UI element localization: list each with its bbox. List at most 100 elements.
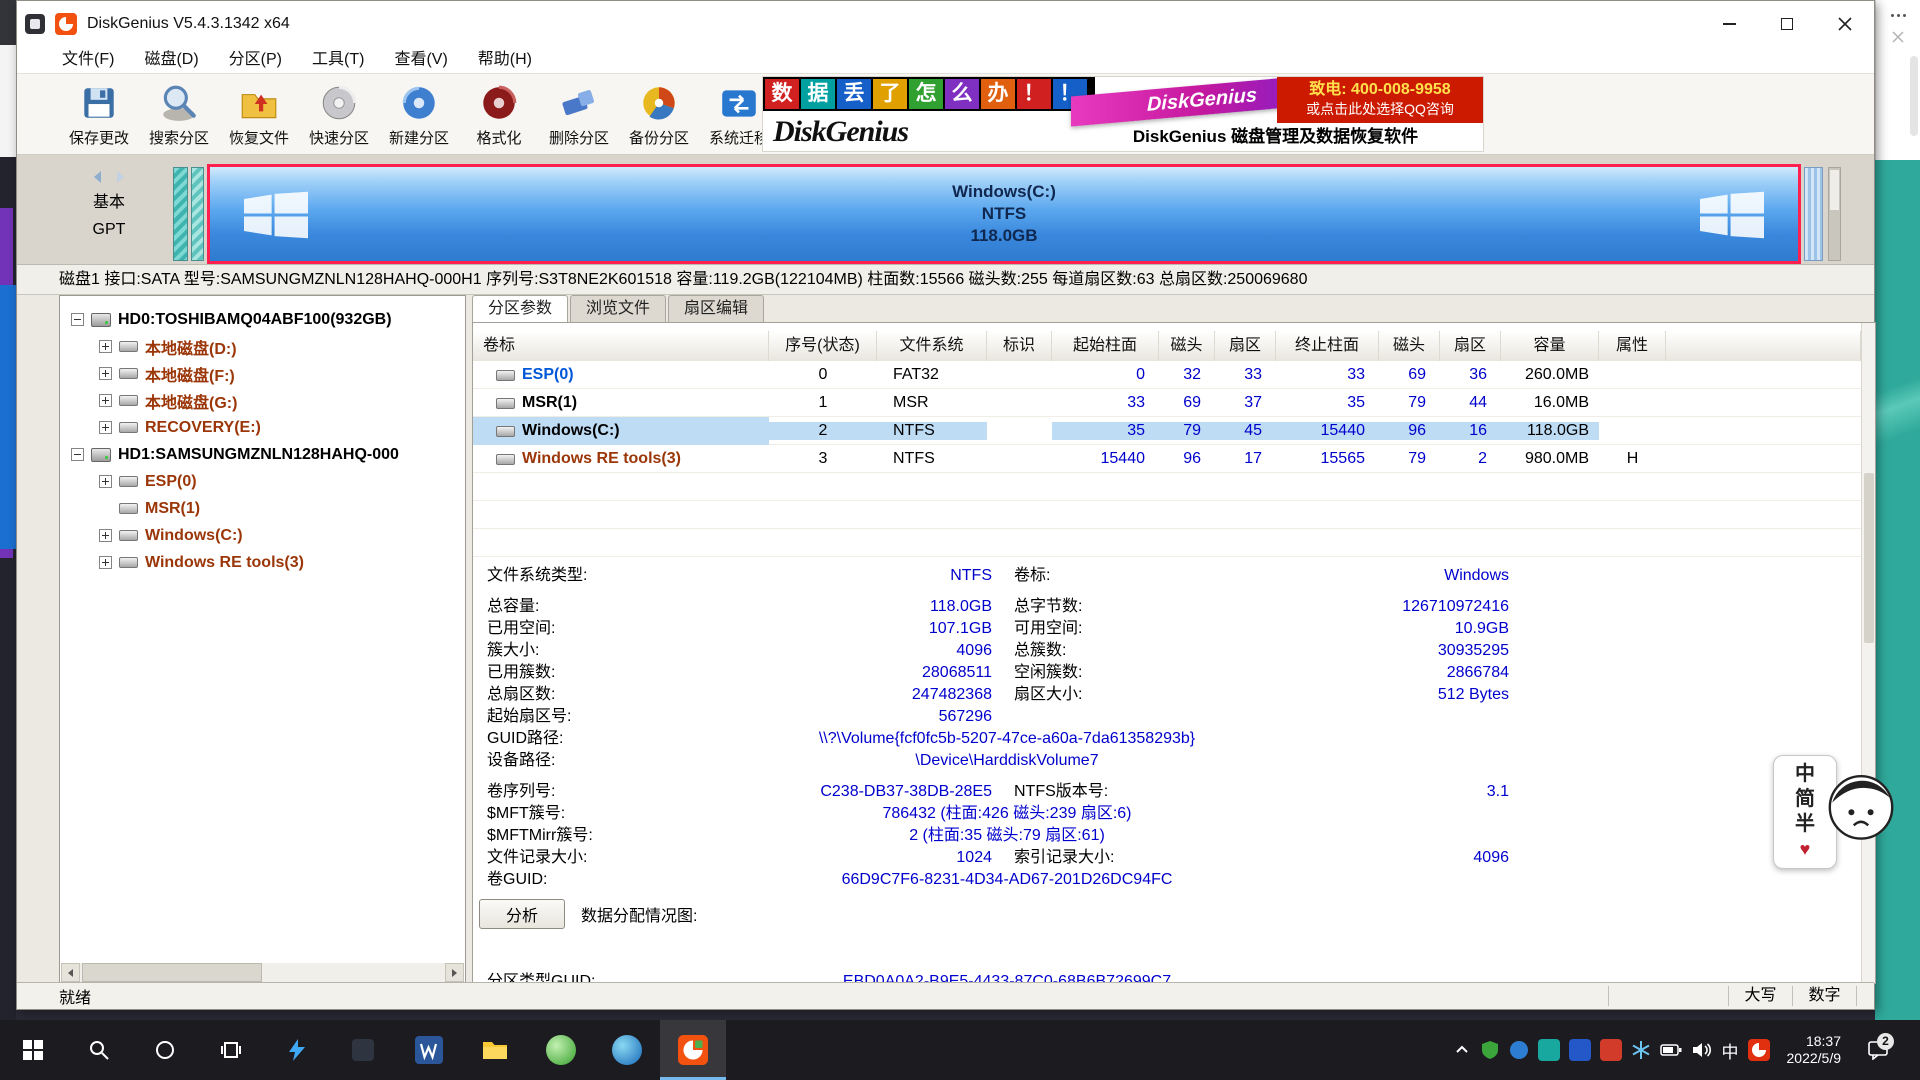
start-button[interactable] (0, 1020, 66, 1080)
column-header[interactable]: 磁头 (1379, 331, 1440, 361)
params-vertical-scrollbar[interactable] (1861, 323, 1875, 983)
ime-status-widget[interactable]: 中 简 半 ♥ (1773, 755, 1897, 869)
partition-row-windows-c[interactable]: Windows(C:) 2 NTFS 35 79 45 15440 96 16 … (473, 417, 1861, 445)
chevron-up-icon[interactable] (1453, 1041, 1471, 1059)
pinned-word[interactable] (396, 1020, 462, 1080)
teal-square-tray-icon[interactable] (1538, 1039, 1560, 1061)
promo-banner[interactable]: 数 据 丢 了 怎 么 办 ！ ！ DiskGenius DiskGenius … (762, 76, 1484, 152)
overflow-menu-icon[interactable] (1876, 14, 1920, 17)
expand-toggle-icon[interactable] (99, 556, 112, 569)
pinned-app-dark[interactable] (330, 1020, 396, 1080)
collapse-toggle-icon[interactable] (71, 313, 84, 326)
scroll-right-icon[interactable] (445, 963, 464, 982)
column-header[interactable]: 起始柱面 (1052, 331, 1159, 361)
tree-item-recovery-e[interactable]: RECOVERY(E:) (61, 414, 464, 441)
partition-segment-re-tools[interactable] (1804, 167, 1823, 261)
column-header[interactable]: 卷标 (473, 331, 769, 361)
minimize-button[interactable] (1700, 1, 1758, 46)
tree-item-msr[interactable]: MSR(1) (61, 495, 464, 522)
maximize-button[interactable] (1758, 1, 1816, 46)
column-header[interactable]: 属性 (1599, 331, 1666, 361)
column-header[interactable]: 磁头 (1159, 331, 1215, 361)
partition-row-windows-re-tools[interactable]: Windows RE tools(3) 3 NTFS 15440 96 17 1… (473, 445, 1861, 473)
ime-indicator[interactable]: 中 (1722, 1038, 1739, 1063)
column-header[interactable]: 扇区 (1440, 331, 1501, 361)
pinned-app-thunder[interactable] (264, 1020, 330, 1080)
tree-item-windows-re-tools[interactable]: Windows RE tools(3) (61, 549, 464, 576)
volume-icon[interactable] (1691, 1040, 1713, 1060)
column-header[interactable]: 扇区 (1215, 331, 1276, 361)
delete-partition-button[interactable]: 删除分区 (539, 77, 619, 152)
cortana-button[interactable] (132, 1020, 198, 1080)
tree-item-esp[interactable]: ESP(0) (61, 468, 464, 495)
collapse-toggle-icon[interactable] (71, 448, 84, 461)
tree-item-windows-c[interactable]: Windows(C:) (61, 522, 464, 549)
quick-partition-button[interactable]: 快速分区 (299, 77, 379, 152)
pinned-file-explorer[interactable] (462, 1020, 528, 1080)
partition-segment-msr[interactable] (191, 167, 204, 261)
tree-item-hd1[interactable]: HD1:SAMSUNGMZNLN128HAHQ-000 (61, 441, 464, 468)
format-button[interactable]: 格式化 (459, 77, 539, 152)
snowflake-tray-icon[interactable] (1631, 1040, 1651, 1060)
expand-toggle-icon[interactable] (99, 394, 112, 407)
taskbar-clock[interactable]: 18:37 2022/5/9 (1779, 1033, 1850, 1067)
menu-tools[interactable]: 工具(T) (297, 46, 379, 74)
red-square-tray-icon[interactable] (1600, 1039, 1622, 1061)
partition-row-esp[interactable]: ESP(0) 0 FAT32 0 32 33 33 69 36 260.0MB (473, 361, 1861, 389)
menu-file[interactable]: 文件(F) (47, 46, 129, 74)
close-button[interactable] (1816, 1, 1874, 46)
menu-disk[interactable]: 磁盘(D) (129, 46, 213, 74)
pinned-edge[interactable] (594, 1020, 660, 1080)
tree-item-local-disk-g[interactable]: 本地磁盘(G:) (61, 387, 464, 414)
menu-help[interactable]: 帮助(H) (463, 46, 547, 74)
tab-sector-edit[interactable]: 扇区编辑 (668, 295, 764, 322)
taskbar-diskgenius[interactable] (660, 1020, 726, 1080)
tab-browse-files[interactable]: 浏览文件 (570, 295, 666, 322)
expand-toggle-icon[interactable] (99, 340, 112, 353)
next-disk-icon[interactable] (113, 170, 127, 184)
column-header[interactable]: 文件系统 (877, 331, 987, 361)
column-header[interactable]: 容量 (1501, 331, 1599, 361)
scroll-track[interactable] (80, 963, 445, 982)
partition-segment-windows-c[interactable]: Windows(C:) NTFS 118.0GB (207, 164, 1801, 264)
scroll-left-icon[interactable] (61, 963, 80, 982)
expand-toggle-icon[interactable] (99, 367, 112, 380)
expand-toggle-icon[interactable] (99, 529, 112, 542)
battery-icon[interactable] (1660, 1042, 1682, 1058)
scroll-thumb[interactable] (1864, 473, 1874, 643)
system-menu-icon[interactable] (25, 14, 45, 34)
save-changes-button[interactable]: 保存更改 (59, 77, 139, 152)
background-window-close-icon[interactable] (1892, 31, 1904, 43)
prev-disk-icon[interactable] (91, 170, 105, 184)
pinned-browser-green[interactable] (528, 1020, 594, 1080)
diskgenius-tray-icon[interactable] (1748, 1039, 1770, 1061)
backup-partition-button[interactable]: 备份分区 (619, 77, 699, 152)
recover-files-button[interactable]: 恢复文件 (219, 77, 299, 152)
shield-tray-icon[interactable] (1480, 1040, 1500, 1060)
promo-phone-box[interactable]: 致电: 400-008-9958 或点击此处选择QQ咨询 (1277, 77, 1483, 123)
background-scrollbar[interactable] (1910, 56, 1918, 136)
partition-segment-esp[interactable] (173, 167, 188, 261)
column-header[interactable]: 标识 (987, 331, 1052, 361)
tree-item-local-disk-f[interactable]: 本地磁盘(F:) (61, 360, 464, 387)
partition-row-msr[interactable]: MSR(1) 1 MSR 33 69 37 35 79 44 16.0MB (473, 389, 1861, 417)
new-partition-button[interactable]: 新建分区 (379, 77, 459, 152)
tree-item-hd0[interactable]: HD0:TOSHIBAMQ04ABF100(932GB) (61, 306, 464, 333)
resize-grip[interactable] (1856, 986, 1874, 1006)
column-header[interactable]: 终止柱面 (1276, 331, 1379, 361)
tab-partition-params[interactable]: 分区参数 (472, 295, 568, 322)
tree-horizontal-scrollbar[interactable] (61, 963, 464, 982)
partition-map-scrollbar[interactable] (1828, 167, 1841, 261)
search-partition-button[interactable]: 搜索分区 (139, 77, 219, 152)
tree-item-local-disk-d[interactable]: 本地磁盘(D:) (61, 333, 464, 360)
column-header[interactable]: 序号(状态) (769, 331, 877, 361)
notification-center-button[interactable]: 2 (1858, 1040, 1898, 1060)
analyze-button[interactable]: 分析 (479, 899, 565, 929)
menu-view[interactable]: 查看(V) (379, 46, 462, 74)
scroll-thumb[interactable] (82, 963, 262, 982)
expand-toggle-icon[interactable] (99, 421, 112, 434)
menu-partition[interactable]: 分区(P) (214, 46, 297, 74)
promo-qq-link[interactable]: 或点击此处选择QQ咨询 (1277, 100, 1483, 118)
search-button[interactable] (66, 1020, 132, 1080)
cartoon-face-icon[interactable] (1825, 769, 1897, 841)
